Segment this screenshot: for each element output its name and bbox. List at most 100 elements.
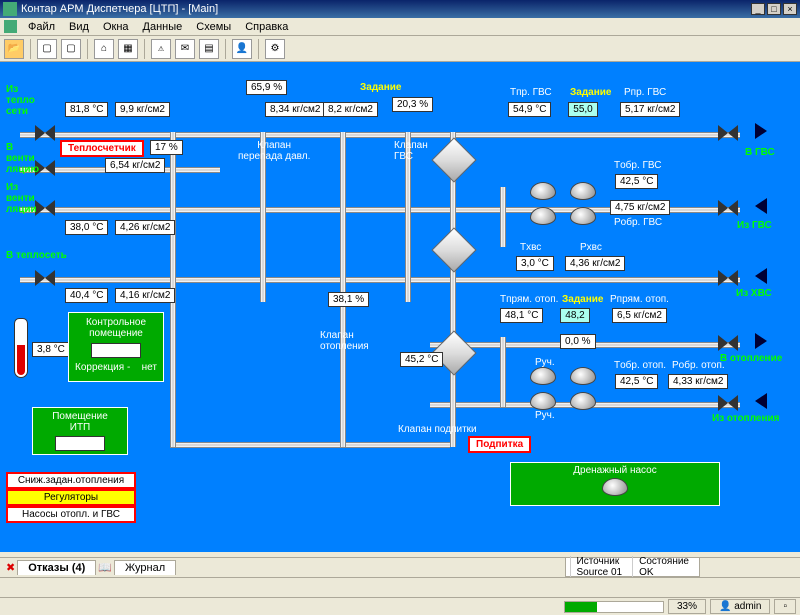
- itp-room-panel: Помещение ИТП 28,8 °C: [32, 407, 128, 455]
- label-ruch2: Руч.: [535, 410, 555, 421]
- heat-exchanger-icon: [431, 227, 476, 272]
- menu-view[interactable]: Вид: [63, 20, 95, 34]
- status-extra: ▫: [774, 599, 796, 614]
- menu-bar: Файл Вид Окна Данные Схемы Справка: [0, 18, 800, 36]
- value-pct: 0,0 %: [560, 334, 596, 349]
- value-outdoor-temp: 3,8 °C: [32, 342, 70, 357]
- menu-windows[interactable]: Окна: [97, 20, 135, 34]
- tab-journal[interactable]: Журнал: [114, 560, 176, 575]
- value-pobr-gvs: 4,75 кг/см2: [610, 200, 670, 215]
- label-valve-gvs: Клапан ГВС: [394, 140, 428, 162]
- label-pobr-gvs: Pобр. ГВС: [614, 217, 662, 228]
- label-tpr-ot: Tпрям. отоп.: [500, 294, 558, 305]
- value-meter-pct: 17 %: [150, 140, 183, 155]
- chart-icon[interactable]: ▤: [199, 39, 219, 59]
- value-tobr-ot: 42,5 °C: [615, 374, 658, 389]
- pump-icon: [530, 367, 556, 385]
- label-zad-ot: Задание: [562, 294, 603, 305]
- tab-failures[interactable]: Отказы (4): [17, 560, 96, 575]
- value-t-to-net: 40,4 °C: [65, 288, 108, 303]
- value-t-from-vent: 38,0 °C: [65, 220, 108, 235]
- value-dp-p2: 8,2 кг/см2: [323, 102, 378, 117]
- menu-data[interactable]: Данные: [137, 20, 189, 34]
- valve-icon: [718, 125, 738, 141]
- value-dp-pos: 65,9 %: [246, 80, 287, 95]
- lower-heat-button[interactable]: Сниж.задан.отопления: [6, 472, 136, 489]
- pipe: [170, 442, 450, 448]
- label-correction: Коррекция -: [75, 362, 130, 373]
- save-icon[interactable]: ▢: [61, 39, 81, 59]
- pipe: [500, 187, 506, 247]
- heat-meter-button[interactable]: Теплосчетчик: [60, 140, 144, 157]
- label-phvs: Pхвс: [580, 242, 602, 253]
- valve-icon: [718, 395, 738, 411]
- arrow-right-icon: [755, 333, 767, 349]
- value-p-to-net: 4,16 кг/см2: [115, 288, 175, 303]
- value-tpr-gvs: 54,9 °C: [508, 102, 551, 117]
- value-tobr-gvs: 42,5 °C: [615, 174, 658, 189]
- log-bar: [0, 577, 800, 597]
- arrow-right-icon: [755, 123, 767, 139]
- progress-bar: [564, 601, 664, 613]
- heat-exchanger-icon: [431, 137, 476, 182]
- pipe: [20, 132, 740, 138]
- minimize-button[interactable]: _: [751, 3, 765, 15]
- value-gvs-pos: 20,3 %: [392, 97, 433, 112]
- alarm-icon[interactable]: ⚠: [151, 39, 171, 59]
- open-icon[interactable]: 📂: [4, 39, 24, 59]
- label-pobr-ot: Pобр. отоп.: [672, 360, 725, 371]
- settings-icon[interactable]: ⚙: [265, 39, 285, 59]
- label-to-gvs: В ГВС: [745, 147, 798, 158]
- msg-icon[interactable]: ✉: [175, 39, 195, 59]
- pipe: [340, 132, 346, 447]
- valve-icon: [35, 270, 55, 286]
- user-icon: 👤: [719, 601, 731, 612]
- value-heat-t: 45,2 °C: [400, 352, 443, 367]
- label-thvs: Tхвс: [520, 242, 541, 253]
- maximize-button[interactable]: □: [767, 3, 781, 15]
- label-itp: Помещение ИТП: [33, 408, 127, 433]
- label-tobr-gvs: Tобр. ГВС: [614, 160, 662, 171]
- value-p-meter: 6,54 кг/см2: [105, 158, 165, 173]
- setpoint-heat[interactable]: 48,2: [560, 308, 590, 323]
- label-from-net: Из тепло сети: [6, 84, 35, 117]
- label-from-hvs: Из ХВС: [736, 288, 772, 299]
- label-tobr-ot: Tобр. отоп.: [614, 360, 666, 371]
- source-status: Источник Source 01 Состояние OK: [565, 557, 701, 577]
- app-icon: [3, 2, 17, 16]
- label-valve-heat: Клапан отопления: [320, 330, 369, 352]
- valve-icon: [35, 200, 55, 216]
- menu-help[interactable]: Справка: [239, 20, 294, 34]
- label-state: Состояние: [639, 556, 689, 567]
- pumps-button[interactable]: Насосы отопл. и ГВС: [6, 506, 136, 523]
- pump-icon: [570, 182, 596, 200]
- title-bar: Контар АРМ Диспетчера [ЦТП] - [Main] _ □…: [0, 0, 800, 18]
- regulators-button[interactable]: Регуляторы: [6, 489, 136, 506]
- close-button[interactable]: ×: [783, 3, 797, 15]
- value-heat-pos: 38,1 %: [328, 292, 369, 307]
- menu-file[interactable]: Файл: [22, 20, 61, 34]
- app-menu-icon: [4, 20, 17, 33]
- doc-icon[interactable]: ▢: [37, 39, 57, 59]
- pump-icon: [530, 392, 556, 410]
- pump-icon: [530, 207, 556, 225]
- label-tpr-gvs: Tпр. ГВС: [510, 87, 552, 98]
- feed-button[interactable]: Подпитка: [468, 436, 531, 453]
- value-p-from-net: 9,9 кг/см2: [115, 102, 170, 117]
- scada-diagram: Из тепло сети В венти ляцию Из венти ляц…: [0, 62, 800, 552]
- value-dp-p1: 8,34 кг/см2: [265, 102, 325, 117]
- users-icon[interactable]: 👤: [232, 39, 252, 59]
- arrow-left-icon: [755, 268, 767, 284]
- toolbar: 📂 ▢ ▢ ⌂ ▦ ⚠ ✉ ▤ 👤 ⚙: [0, 36, 800, 62]
- arrow-left-icon: [755, 393, 767, 409]
- pump-icon: [602, 478, 628, 496]
- pump-icon: [570, 392, 596, 410]
- valve-icon: [718, 335, 738, 351]
- setpoint-gvs[interactable]: 55,0: [568, 102, 598, 117]
- status-bar: 33% 👤 admin ▫: [0, 597, 800, 615]
- valve-icon: [718, 200, 738, 216]
- menu-schemes[interactable]: Схемы: [190, 20, 237, 34]
- db-icon[interactable]: ▦: [118, 39, 138, 59]
- home-icon[interactable]: ⌂: [94, 39, 114, 59]
- pipe: [500, 337, 506, 407]
